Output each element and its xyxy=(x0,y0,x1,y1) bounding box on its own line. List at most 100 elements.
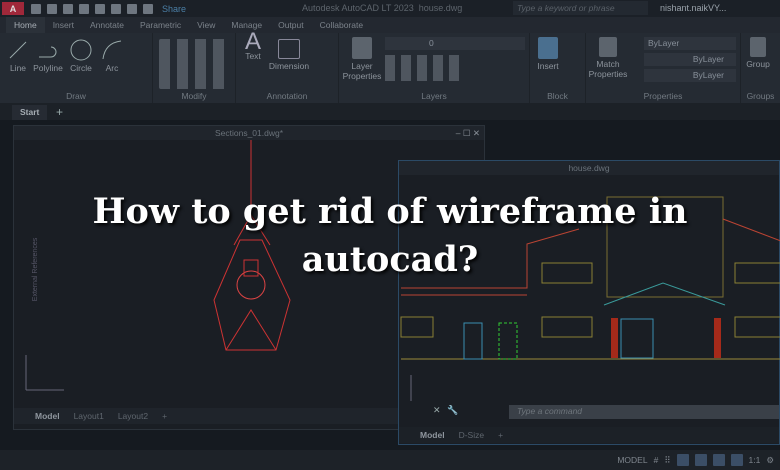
current-layer: 0 xyxy=(429,38,434,48)
polyline-tool[interactable]: Polyline xyxy=(32,39,64,73)
customize-wrench-icon[interactable]: 🔧 xyxy=(447,405,458,416)
color-dropdown[interactable]: ByLayer xyxy=(644,37,736,50)
tab-model[interactable]: Model xyxy=(413,430,452,440)
tab-parametric[interactable]: Parametric xyxy=(132,20,189,30)
tab-layout2[interactable]: Layout2 xyxy=(111,411,155,421)
gear-icon[interactable]: ⚙ xyxy=(766,455,774,466)
group-label: Group xyxy=(746,59,770,69)
model-space-button[interactable]: MODEL xyxy=(617,455,647,465)
circle-icon xyxy=(70,39,92,61)
layers-panel: Layer Properties 0 Layers xyxy=(339,33,530,103)
save-as-icon[interactable] xyxy=(79,3,89,14)
dimension-icon xyxy=(278,39,300,59)
text-label: Text xyxy=(245,51,261,61)
dimension-label: Dimension xyxy=(268,61,310,71)
annotation-scale[interactable]: 1:1 xyxy=(749,455,761,465)
groups-panel-label[interactable]: Groups xyxy=(741,91,780,101)
window-controls[interactable]: – ☐ ✕ xyxy=(456,126,480,140)
tab-home[interactable]: Home xyxy=(6,17,45,33)
polyline-icon xyxy=(39,46,57,58)
arc-label: Arc xyxy=(105,63,119,73)
status-bar: MODEL # ⠿ 1:1 ⚙ xyxy=(0,450,780,470)
undo-icon[interactable] xyxy=(127,3,137,14)
add-layout-button[interactable]: + xyxy=(155,411,174,421)
layer-properties-icon xyxy=(352,37,372,59)
polyline-label: Polyline xyxy=(33,63,63,73)
groups-panel: Group Groups xyxy=(741,33,780,103)
publish-icon[interactable] xyxy=(95,3,105,14)
modify-tools[interactable] xyxy=(159,39,229,91)
modify-tools-icon xyxy=(159,39,229,89)
properties-panel-label[interactable]: Properties xyxy=(586,91,740,101)
sections-window-header: Sections_01.dwg* – ☐ ✕ xyxy=(14,126,484,140)
tab-output[interactable]: Output xyxy=(270,20,312,30)
line-label: Line xyxy=(9,63,27,73)
open-icon[interactable] xyxy=(47,3,57,14)
tab-d-size[interactable]: D-Size xyxy=(452,430,492,440)
app-title: Autodesk AutoCAD LT 2023 house.dwg xyxy=(302,3,462,13)
insert-tool[interactable]: Insert xyxy=(534,37,562,71)
ortho-icon[interactable] xyxy=(676,454,689,466)
house-window-title: house.dwg xyxy=(568,163,610,173)
layer-properties-tool[interactable]: Layer Properties xyxy=(341,37,383,81)
share-button[interactable]: Share xyxy=(162,4,186,14)
polar-icon[interactable] xyxy=(694,454,707,466)
annotation-panel-label[interactable]: Annotation xyxy=(236,91,338,101)
layer-dropdown[interactable]: 0 xyxy=(385,37,525,50)
headline-line-1: How to get rid of wireframe in xyxy=(92,191,688,232)
house-layout-tabs: Model D-Size + xyxy=(399,427,779,443)
headline-line-2: autocad? xyxy=(301,239,479,280)
lineweight-dropdown[interactable]: ByLayer xyxy=(644,69,736,82)
tab-model[interactable]: Model xyxy=(28,411,67,421)
linetype-dropdown[interactable]: ByLayer xyxy=(644,53,736,66)
properties-panel: Match Properties ByLayer ByLayer ByLayer… xyxy=(586,33,741,103)
autocad-logo[interactable]: A xyxy=(2,2,24,15)
start-tab[interactable]: Start xyxy=(12,105,48,120)
block-panel: Insert Block xyxy=(530,33,586,103)
match-properties-tool[interactable]: Match Properties xyxy=(588,37,628,79)
tab-layout1[interactable]: Layout1 xyxy=(67,411,111,421)
group-icon xyxy=(750,37,766,57)
draw-panel-label[interactable]: Draw xyxy=(0,91,152,101)
insert-label: Insert xyxy=(537,61,559,71)
arc-icon xyxy=(102,40,122,60)
user-menu[interactable]: nishant.naikVY... xyxy=(660,3,726,13)
text-tool[interactable]: A Text xyxy=(240,30,266,62)
house-window-header: house.dwg xyxy=(399,161,779,175)
circle-tool[interactable]: Circle xyxy=(68,39,94,73)
new-icon[interactable] xyxy=(31,3,41,14)
circle-label: Circle xyxy=(70,63,92,73)
line-tool[interactable]: Line xyxy=(6,39,30,73)
tab-annotate[interactable]: Annotate xyxy=(82,20,132,30)
layer-tools-icon[interactable] xyxy=(385,55,465,81)
modify-panel-label[interactable]: Modify xyxy=(153,91,235,101)
annotation-visibility-icon[interactable] xyxy=(730,454,743,466)
group-tool[interactable]: Group xyxy=(743,37,773,69)
save-icon[interactable] xyxy=(63,3,73,14)
draw-panel: Line Polyline Circle Arc Draw xyxy=(0,33,153,103)
snap-icon[interactable]: ⠿ xyxy=(664,455,670,466)
osnap-icon[interactable] xyxy=(712,454,725,466)
ribbon: Line Polyline Circle Arc Draw Modify A Te… xyxy=(0,30,780,103)
redo-icon[interactable] xyxy=(143,3,153,14)
close-command-icon[interactable]: ✕ xyxy=(433,405,441,416)
arc-tool[interactable]: Arc xyxy=(100,39,124,73)
command-input[interactable]: Type a command xyxy=(509,405,779,419)
headline: How to get rid of wireframe in autocad? xyxy=(0,188,780,284)
dimension-tool[interactable]: Dimension xyxy=(266,39,312,71)
file-name: house.dwg xyxy=(418,3,463,13)
annotation-panel: A Text Dimension Annotation xyxy=(236,30,339,103)
layers-panel-label[interactable]: Layers xyxy=(339,91,529,101)
tab-view[interactable]: View xyxy=(189,20,223,30)
modify-panel: Modify xyxy=(153,33,236,103)
command-line: ✕ 🔧 Type a command xyxy=(399,405,779,421)
new-tab-icon[interactable]: + xyxy=(56,105,63,119)
plot-icon[interactable] xyxy=(111,3,121,14)
search-input[interactable]: Type a keyword or phrase xyxy=(513,1,648,15)
tab-collaborate[interactable]: Collaborate xyxy=(312,20,371,30)
insert-icon xyxy=(538,37,558,59)
tab-insert[interactable]: Insert xyxy=(45,20,82,30)
block-panel-label[interactable]: Block xyxy=(530,91,585,101)
grid-icon[interactable]: # xyxy=(654,455,659,465)
add-layout-button[interactable]: + xyxy=(491,430,510,440)
